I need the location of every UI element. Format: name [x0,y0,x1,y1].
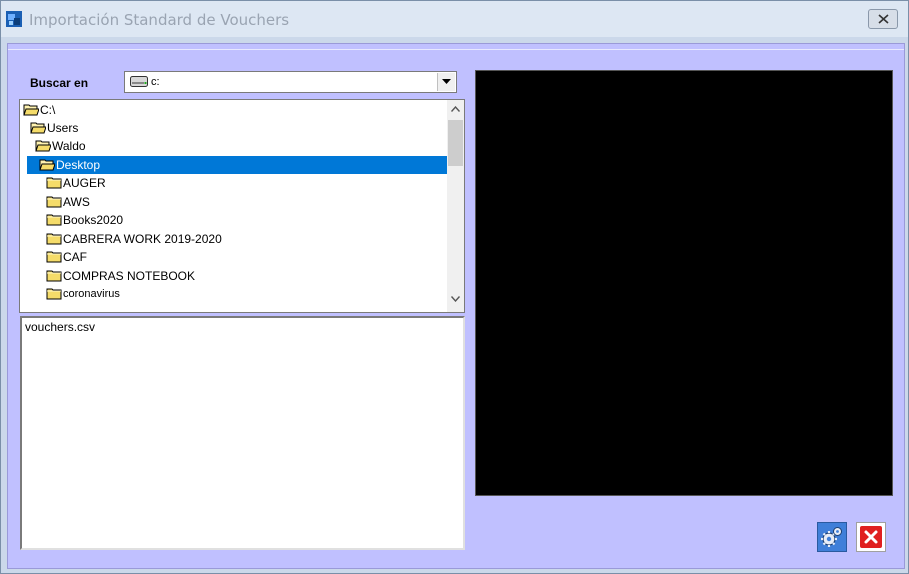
chevron-down-icon [442,79,451,84]
folder-tree[interactable]: C:\ Users Waldo Desktop AUGER AWS Books2… [19,99,465,313]
drive-icon [130,76,148,87]
client-area: Buscar en c: C:\ Users Waldo Desktop AUG… [7,43,905,569]
tree-item-coronavirus[interactable]: coronavirus [46,285,443,303]
folder-icon [46,214,62,226]
tree-item-auger[interactable]: AUGER [46,174,443,192]
look-in-label: Buscar en [30,76,89,90]
folder-icon [46,177,62,189]
open-folder-icon [30,122,46,134]
open-folder-icon [35,140,51,152]
tree-item-books2020[interactable]: Books2020 [46,211,443,229]
tree-item-cabrera-work[interactable]: CABRERA WORK 2019-2020 [46,230,443,248]
scrollbar-thumb[interactable] [448,120,463,166]
folder-icon [46,288,62,300]
folder-tree-scrollbar[interactable] [447,100,464,312]
tree-item-compras-notebook[interactable]: COMPRAS NOTEBOOK [46,267,443,285]
import-window: Importación Standard de Vouchers Buscar … [0,0,909,574]
tree-item-waldo[interactable]: Waldo [35,137,443,155]
window-close-button[interactable] [868,9,898,29]
tree-item-c-drive[interactable]: C:\ [23,101,443,119]
tree-item-caf[interactable]: CAF [46,248,443,266]
preview-pane [475,70,893,496]
folder-icon [46,251,62,263]
drive-select-value: c: [151,76,160,88]
file-list[interactable]: vouchers.csv [20,316,465,550]
close-icon [864,530,878,544]
tree-item-users[interactable]: Users [30,119,443,137]
drive-select-dropdown-button[interactable] [437,73,455,91]
drive-select[interactable]: c: [124,71,457,93]
title-bar: Importación Standard de Vouchers [1,1,908,37]
file-item-vouchers-csv[interactable]: vouchers.csv [25,320,95,334]
window-title: Importación Standard de Vouchers [29,11,290,29]
open-folder-icon [39,159,55,171]
gears-icon [821,527,842,547]
tree-item-desktop[interactable]: Desktop [27,156,447,174]
chevron-down-icon[interactable] [451,296,460,302]
chevron-up-icon[interactable] [451,106,460,112]
open-folder-icon [23,104,39,116]
folder-icon [46,196,62,208]
process-button[interactable] [817,522,847,552]
tree-item-aws[interactable]: AWS [46,193,443,211]
exit-button[interactable] [856,522,886,552]
folder-icon [46,233,62,245]
app-icon [6,11,22,27]
close-icon [878,14,889,24]
folder-icon [46,270,62,282]
